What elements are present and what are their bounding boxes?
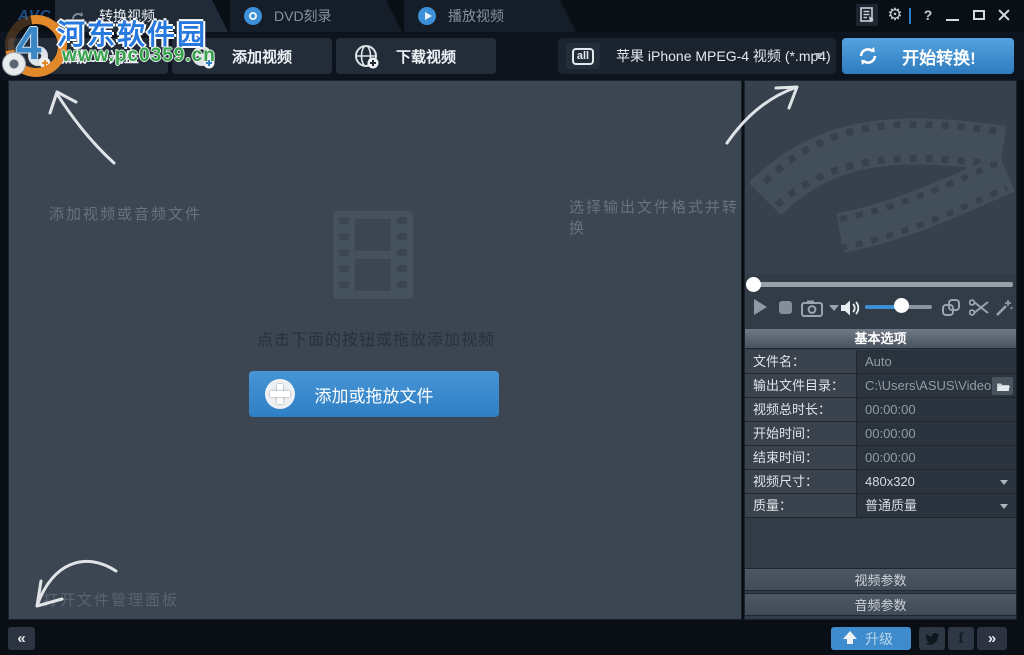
hint-output-format: 选择输出文件格式并转换 xyxy=(569,196,741,238)
facebook-button[interactable]: f xyxy=(948,627,974,650)
tab-label: 转换视频 xyxy=(99,8,155,24)
volume-handle[interactable] xyxy=(894,298,909,313)
play-icon xyxy=(418,7,436,25)
tab-dvd-burn[interactable]: DVD刻录 xyxy=(230,0,402,32)
menu-icon[interactable] xyxy=(856,4,878,26)
video-params-section[interactable]: 视频参数 xyxy=(745,568,1016,591)
expand-panel-button[interactable]: » xyxy=(977,627,1007,650)
option-value-select[interactable]: 480x320 xyxy=(856,470,1016,494)
player-controls xyxy=(745,293,1016,325)
all-formats-icon[interactable]: all xyxy=(566,43,600,69)
option-label: 输出文件目录： xyxy=(745,374,856,398)
chevron-down-icon xyxy=(146,54,156,60)
convert-tab-icon xyxy=(69,7,87,25)
cd-disc-icon xyxy=(26,44,52,70)
audio-params-section[interactable]: 音频参数 xyxy=(745,593,1016,616)
chevron-down-icon xyxy=(1000,480,1008,485)
download-video-label: 下载视频 xyxy=(396,46,456,67)
twitter-button[interactable] xyxy=(919,627,945,650)
download-video-button[interactable]: 下载视频 xyxy=(336,38,496,74)
globe-icon xyxy=(354,44,380,70)
hint-add-files: 添加视频或音频文件 xyxy=(49,203,202,224)
film-frame-icon xyxy=(329,211,417,299)
chevron-down-icon xyxy=(814,53,824,59)
close-button[interactable] xyxy=(993,4,1015,26)
convert-arrows-icon xyxy=(856,44,880,68)
tab-label: 播放视频 xyxy=(448,8,504,24)
load-cd-button[interactable]: 加载CD光盘 xyxy=(8,38,168,74)
tab-play-video[interactable]: 播放视频 xyxy=(404,0,576,32)
trim-scissors-icon[interactable] xyxy=(969,299,989,322)
output-format-dropdown[interactable]: all 苹果 iPhone MPEG-4 视频 (*.mp4) xyxy=(558,38,836,74)
option-label: 结束时间： xyxy=(745,446,856,470)
app-window: AVC 转换视频 DVD刻录 播放视频 ⚙ ? 加载CD光盘 xyxy=(0,0,1024,655)
option-value[interactable]: 00:00:00 xyxy=(856,446,1016,470)
collapse-file-panel-button[interactable]: « xyxy=(8,627,35,650)
help-button[interactable]: ? xyxy=(917,4,939,26)
option-value[interactable]: Auto xyxy=(856,350,1016,374)
option-value[interactable]: 00:00:00 xyxy=(856,398,1016,422)
film-reel-icon xyxy=(190,44,216,70)
snapshot-camera-icon[interactable] xyxy=(801,300,823,322)
output-format-value: 苹果 iPhone MPEG-4 视频 (*.mp4) xyxy=(616,46,831,66)
start-convert-label: 开始转换! xyxy=(902,44,976,69)
option-row-start-time: 开始时间： 00:00:00 xyxy=(745,422,1016,446)
option-row-quality: 质量： 普通质量 xyxy=(745,494,1016,518)
option-row-video-size: 视频尺寸： 480x320 xyxy=(745,470,1016,494)
upgrade-label: 升级 xyxy=(865,629,893,649)
option-label: 视频尺寸： xyxy=(745,470,856,494)
titlebar-separator xyxy=(909,8,911,24)
start-convert-button[interactable]: 开始转换! xyxy=(842,38,1014,74)
add-video-button[interactable]: 添加视频 xyxy=(172,38,332,74)
seek-handle[interactable] xyxy=(746,277,761,292)
disc-icon xyxy=(244,7,262,25)
option-row-output-dir: 输出文件目录： C:\Users\ASUS\Videos\... xyxy=(745,374,1016,398)
basic-options-header: 基本选项 xyxy=(745,329,1016,349)
maximize-button[interactable] xyxy=(968,4,990,26)
hint-file-panel: 打开文件管理面板 xyxy=(43,589,179,610)
upgrade-arrow-icon xyxy=(843,631,857,645)
twitter-bird-icon xyxy=(923,630,941,648)
facebook-f-icon: f xyxy=(958,630,963,648)
toolbar: 加载CD光盘 添加视频 下载视频 all 苹果 iPhone MPEG-4 视频… xyxy=(0,32,1024,80)
file-drop-area[interactable]: 添加视频或音频文件 选择输出文件格式并转换 打开文件管理面板 点击下面的按钮或拖… xyxy=(8,80,742,620)
add-video-label: 添加视频 xyxy=(232,46,292,67)
drop-caption: 点击下面的按钮或拖放添加视频 xyxy=(9,326,743,350)
option-value[interactable]: C:\Users\ASUS\Videos\... xyxy=(856,374,1016,398)
option-value[interactable]: 00:00:00 xyxy=(856,422,1016,446)
option-row-duration: 视频总时长： 00:00:00 xyxy=(745,398,1016,422)
option-row-end-time: 结束时间： 00:00:00 xyxy=(745,446,1016,470)
seek-track[interactable] xyxy=(748,282,1013,287)
option-label: 开始时间： xyxy=(745,422,856,446)
option-value-select[interactable]: 普通质量 xyxy=(856,494,1016,518)
play-button[interactable] xyxy=(754,299,767,315)
chevron-down-icon xyxy=(1000,504,1008,509)
video-preview-area xyxy=(745,81,1016,274)
preview-and-options-panel: 基本选项 文件名： Auto 输出文件目录： C:\Users\ASUS\Vid… xyxy=(744,80,1017,620)
option-row-filename: 文件名： Auto xyxy=(745,350,1016,374)
load-cd-label: 加载CD光盘 xyxy=(57,46,139,67)
stop-button[interactable] xyxy=(779,301,792,314)
snapshot-dropdown-caret[interactable] xyxy=(829,305,839,311)
effects-wand-icon[interactable] xyxy=(995,299,1013,322)
browse-folder-button[interactable] xyxy=(992,377,1013,395)
add-or-drop-files-label: 添加或拖放文件 xyxy=(315,382,434,407)
seek-slider[interactable] xyxy=(745,275,1016,293)
option-label: 文件名： xyxy=(745,350,856,374)
volume-speaker-icon[interactable] xyxy=(840,299,862,322)
upgrade-button[interactable]: 升级 xyxy=(831,627,911,650)
film-roll-watermark xyxy=(745,81,1016,274)
tab-label: DVD刻录 xyxy=(274,8,332,24)
option-label: 质量： xyxy=(745,494,856,518)
clone-clip-icon[interactable] xyxy=(942,299,960,322)
tab-convert-video[interactable]: 转换视频 xyxy=(55,0,228,32)
add-or-drop-files-button[interactable]: 添加或拖放文件 xyxy=(249,371,499,417)
titlebar: AVC 转换视频 DVD刻录 播放视频 ⚙ ? xyxy=(0,0,1024,32)
option-label: 视频总时长： xyxy=(745,398,856,422)
minimize-button[interactable] xyxy=(941,4,963,26)
bottombar: « 升级 f » xyxy=(0,622,1024,655)
app-logo-text: AVC xyxy=(18,7,52,24)
plus-icon xyxy=(265,379,295,409)
settings-gear-icon[interactable]: ⚙ xyxy=(884,4,906,26)
